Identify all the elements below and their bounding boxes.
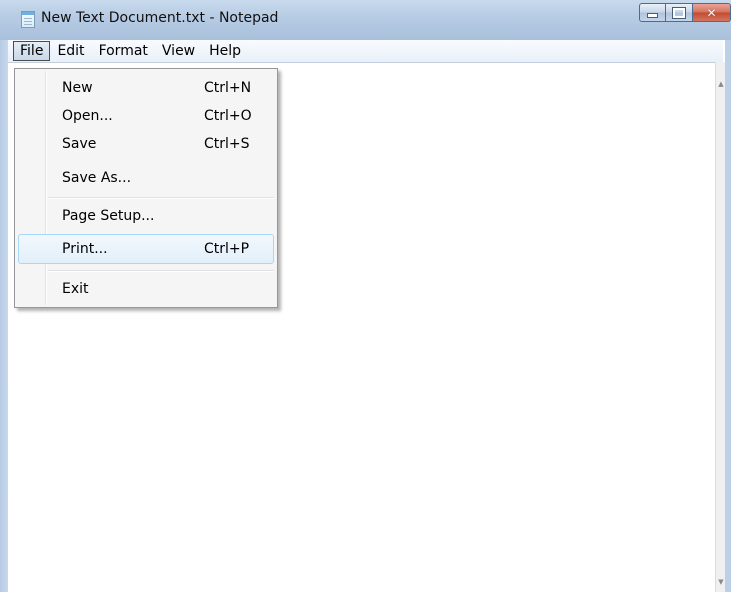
vertical-scrollbar[interactable]: ▲ ▼ [715, 62, 725, 592]
menu-item-label: Print... [62, 241, 108, 257]
maximize-button[interactable] [666, 3, 693, 22]
menu-item-page-setup[interactable]: Page Setup... [18, 204, 274, 230]
menu-item-shortcut: Ctrl+O [204, 108, 252, 124]
menu-item-label: Page Setup... [62, 208, 155, 224]
menu-item-save[interactable]: Save Ctrl+S [18, 132, 274, 158]
window-frame-right [725, 40, 731, 592]
window-title: New Text Document.txt - Notepad [41, 10, 279, 26]
file-menu-dropdown: New Ctrl+N Open... Ctrl+O Save Ctrl+S Sa… [14, 68, 278, 308]
menu-item-label: Save As... [62, 170, 132, 186]
notepad-icon[interactable] [21, 11, 35, 28]
menu-help[interactable]: Help [202, 41, 248, 61]
minimize-icon [647, 13, 658, 18]
maximize-icon [672, 6, 686, 19]
menu-item-shortcut: Ctrl+P [204, 241, 250, 257]
close-icon: ✕ [706, 5, 717, 20]
title-bar[interactable]: New Text Document.txt - Notepad ✕ [0, 0, 731, 40]
menu-item-exit[interactable]: Exit [18, 277, 274, 303]
menu-item-print[interactable]: Print... Ctrl+P [18, 234, 274, 264]
scroll-up-arrow-icon[interactable]: ▲ [717, 80, 725, 88]
menu-edit[interactable]: Edit [50, 41, 91, 61]
menu-file[interactable]: File [13, 41, 51, 61]
menu-item-open[interactable]: Open... Ctrl+O [18, 104, 274, 130]
menu-separator [48, 197, 274, 199]
close-button[interactable]: ✕ [693, 3, 731, 22]
menu-view[interactable]: View [155, 41, 202, 61]
menu-item-shortcut: Ctrl+N [204, 80, 252, 96]
menu-item-new[interactable]: New Ctrl+N [18, 76, 274, 102]
window-frame-left [0, 40, 8, 592]
menu-item-shortcut: Ctrl+S [204, 136, 250, 152]
caption-buttons: ✕ [639, 3, 731, 23]
scroll-down-arrow-icon[interactable]: ▼ [717, 578, 725, 586]
menu-format[interactable]: Format [92, 41, 155, 61]
menu-item-save-as[interactable]: Save As... [18, 166, 274, 192]
menu-item-label: New [62, 80, 93, 96]
menu-item-label: Save [62, 136, 97, 152]
menu-bar: File Edit Format View Help [8, 40, 723, 62]
menu-item-label: Open... [62, 108, 113, 124]
notepad-window: New Text Document.txt - Notepad ✕ File E… [0, 0, 731, 592]
minimize-button[interactable] [639, 3, 666, 22]
menu-item-label: Exit [62, 281, 89, 297]
menu-separator [48, 270, 274, 272]
